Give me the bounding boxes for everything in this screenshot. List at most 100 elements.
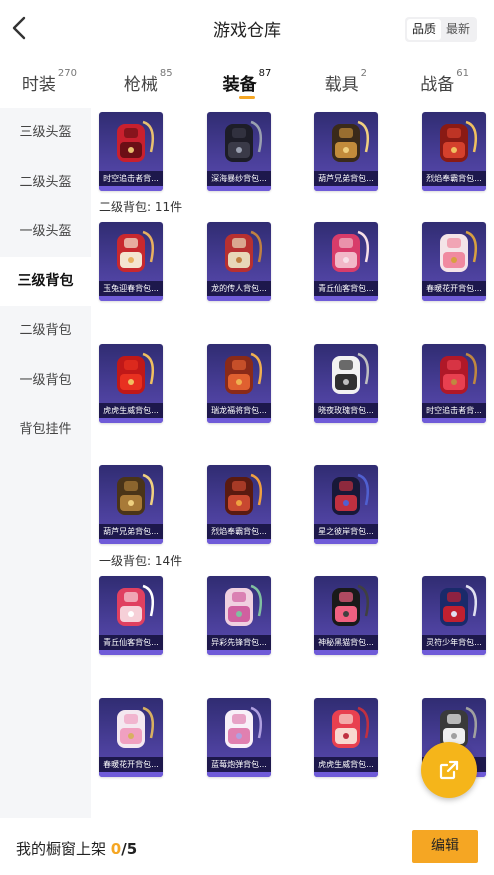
- bottom-bar: 我的橱窗上架 0/5 编辑: [0, 818, 494, 875]
- item-card[interactable]: 瑞龙福将背包...: [207, 344, 271, 423]
- tab-label: 载具: [324, 75, 359, 95]
- item-card[interactable]: 晓夜玫瑰背包...: [314, 344, 378, 423]
- card-bottom-edge: [207, 772, 271, 777]
- backpack-icon: [332, 352, 369, 394]
- external-link-icon: [439, 760, 459, 780]
- section-label-level1: 一级背包: 14件: [99, 554, 183, 568]
- backpack-icon: [117, 473, 154, 515]
- item-card[interactable]: 虎虎生威背包...: [314, 698, 378, 777]
- item-name: 深海暴纱背包...: [207, 171, 271, 186]
- backpack-icon: [332, 473, 369, 515]
- item-card[interactable]: 玉兔迎春背包...: [99, 222, 163, 301]
- item-card[interactable]: 灵符少年背包...: [422, 576, 486, 655]
- tab-label: 战备: [420, 75, 455, 95]
- item-name: 葫芦兄弟背包...: [314, 171, 378, 186]
- item-card[interactable]: 葫芦兄弟背包...: [99, 465, 163, 544]
- showcase-label: 我的橱窗上架: [16, 840, 111, 858]
- sidebar-item-backpack-pendant[interactable]: 背包挂件: [0, 405, 91, 455]
- sidebar-item-backpack-2[interactable]: 二级背包: [0, 306, 91, 356]
- tab-label: 装备: [222, 75, 257, 95]
- card-bottom-edge: [314, 772, 378, 777]
- item-card[interactable]: 烈焰奉霸背包...: [422, 112, 486, 191]
- sort-toggle[interactable]: 品质 最新: [405, 17, 477, 42]
- tab-fashion[interactable]: 时装270: [0, 60, 99, 106]
- sidebar-item-backpack-3[interactable]: 三级背包: [0, 256, 91, 306]
- item-card[interactable]: 时空追击者背...: [99, 112, 163, 191]
- sidebar-item-helmet-3[interactable]: 三级头盔: [0, 108, 91, 158]
- card-bottom-edge: [314, 418, 378, 423]
- backpack-icon: [117, 352, 154, 394]
- item-name: 星之彼岸背包...: [314, 524, 378, 539]
- showcase-total: /5: [121, 840, 138, 858]
- backpack-icon: [225, 706, 262, 748]
- item-name: 虎虎生威背包...: [314, 757, 378, 772]
- item-card[interactable]: 异彩先锋背包...: [207, 576, 271, 655]
- item-card[interactable]: 蓝莓炮弹背包...: [207, 698, 271, 777]
- card-bottom-edge: [314, 186, 378, 191]
- sidebar-item-helmet-1[interactable]: 一级头盔: [0, 207, 91, 257]
- card-bottom-edge: [314, 296, 378, 301]
- sidebar-item-helmet-2[interactable]: 二级头盔: [0, 158, 91, 208]
- tab-supplies[interactable]: 战备61: [395, 60, 494, 106]
- card-bottom-edge: [207, 539, 271, 544]
- item-name: 异彩先锋背包...: [207, 635, 271, 650]
- item-name: 时空追击者背...: [99, 171, 163, 186]
- item-name: 青丘仙客背包...: [99, 635, 163, 650]
- sort-quality-button[interactable]: 品质: [407, 19, 441, 40]
- category-tabs: 时装270 枪械85 装备87 载具2 战备61: [0, 60, 494, 106]
- backpack-icon: [225, 120, 262, 162]
- showcase-current: 0: [110, 840, 122, 858]
- share-button[interactable]: [421, 742, 477, 798]
- item-card[interactable]: 龙的传人背包...: [207, 222, 271, 301]
- item-card[interactable]: 深海暴纱背包...: [207, 112, 271, 191]
- item-card[interactable]: 时空追击者背...: [422, 344, 486, 423]
- item-card[interactable]: 春暖花开背包...: [99, 698, 163, 777]
- tab-count: 61: [456, 68, 469, 79]
- item-card[interactable]: 葫芦兄弟背包...: [314, 112, 378, 191]
- card-bottom-edge: [207, 418, 271, 423]
- item-card[interactable]: 烈焰奉霸背包...: [207, 465, 271, 544]
- backpack-icon: [440, 584, 477, 626]
- item-name: 晓夜玫瑰背包...: [314, 403, 378, 418]
- card-bottom-edge: [422, 186, 486, 191]
- item-card[interactable]: 青丘仙客背包...: [314, 222, 378, 301]
- tab-equipment[interactable]: 装备87: [198, 60, 297, 106]
- sidebar: 三级头盔 二级头盔 一级头盔 三级背包 二级背包 一级背包 背包挂件: [0, 108, 91, 818]
- card-bottom-edge: [99, 539, 163, 544]
- backpack-icon: [332, 120, 369, 162]
- header: 游戏仓库 品质 最新: [0, 0, 494, 56]
- item-name: 神秘黑猫背包...: [314, 635, 378, 650]
- item-name: 玉兔迎春背包...: [99, 281, 163, 296]
- tab-count: 2: [360, 68, 367, 79]
- card-bottom-edge: [99, 186, 163, 191]
- item-name: 春暖花开背包...: [99, 757, 163, 772]
- item-card[interactable]: 神秘黑猫背包...: [314, 576, 378, 655]
- backpack-icon: [332, 230, 369, 272]
- tab-firearms[interactable]: 枪械85: [99, 60, 198, 106]
- item-name: 虎虎生威背包...: [99, 403, 163, 418]
- item-name: 蓝莓炮弹背包...: [207, 757, 271, 772]
- item-name: 灵符少年背包...: [422, 635, 486, 650]
- item-name: 时空追击者背...: [422, 403, 486, 418]
- item-card[interactable]: 星之彼岸背包...: [314, 465, 378, 544]
- backpack-icon: [117, 230, 154, 272]
- backpack-icon: [117, 706, 154, 748]
- item-card[interactable]: 春暖花开背包...: [422, 222, 486, 301]
- card-bottom-edge: [422, 650, 486, 655]
- card-bottom-edge: [99, 418, 163, 423]
- card-bottom-edge: [422, 296, 486, 301]
- item-card[interactable]: 虎虎生威背包...: [99, 344, 163, 423]
- tab-indicator: [238, 96, 255, 99]
- card-bottom-edge: [99, 650, 163, 655]
- backpack-icon: [225, 584, 262, 626]
- item-card[interactable]: 青丘仙客背包...: [99, 576, 163, 655]
- tab-vehicles[interactable]: 载具2: [296, 60, 395, 106]
- card-bottom-edge: [99, 772, 163, 777]
- showcase-status: 我的橱窗上架 0/5: [16, 838, 137, 859]
- sidebar-item-backpack-1[interactable]: 一级背包: [0, 356, 91, 406]
- item-name: 烈焰奉霸背包...: [207, 524, 271, 539]
- edit-button[interactable]: 编辑: [412, 830, 478, 863]
- backpack-icon: [440, 352, 477, 394]
- item-name: 青丘仙客背包...: [314, 281, 378, 296]
- sort-newest-button[interactable]: 最新: [441, 19, 475, 40]
